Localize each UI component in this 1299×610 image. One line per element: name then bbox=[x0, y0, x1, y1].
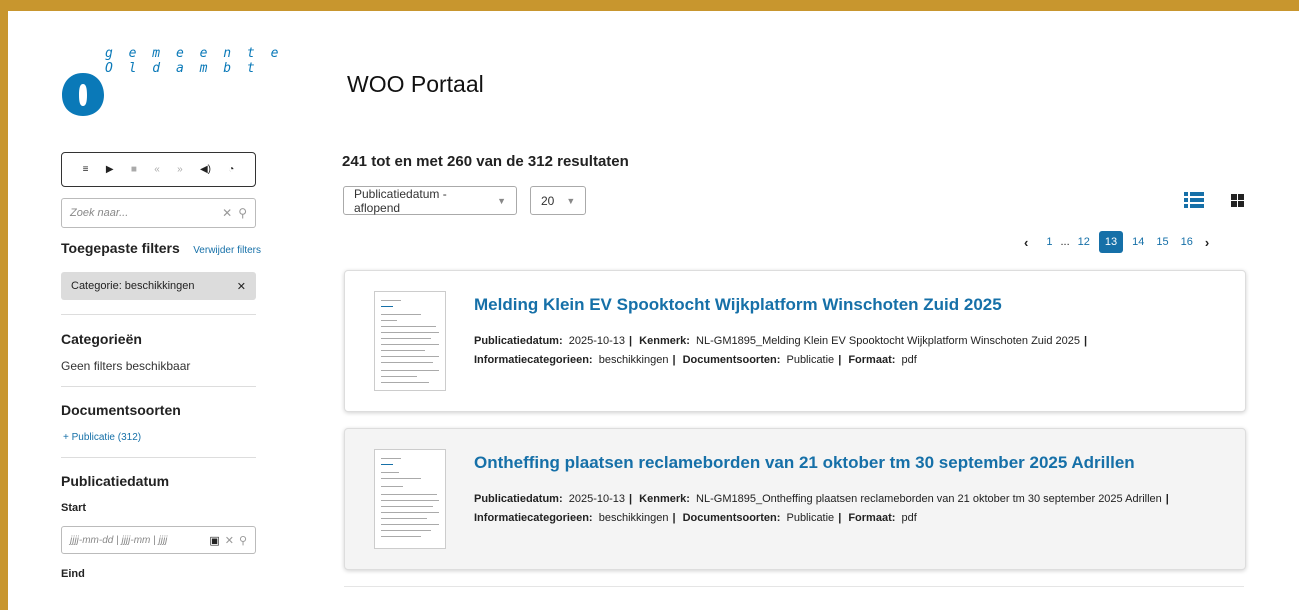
search-input[interactable]: Zoek naar... ✕ ⚲ bbox=[61, 198, 256, 228]
divider bbox=[344, 586, 1244, 587]
municipality-logo[interactable]: g e m e e n t eO l d a m b t bbox=[62, 46, 278, 131]
page-title: WOO Portaal bbox=[347, 71, 484, 97]
active-filter-label: Categorie: beschikkingen bbox=[71, 280, 195, 292]
results-count: 241 tot en met 260 van de 312 resultaten bbox=[342, 153, 629, 170]
start-label: Start bbox=[61, 502, 87, 514]
chevron-left-icon[interactable]: ‹ bbox=[1024, 235, 1028, 250]
menu-icon[interactable]: ≡ bbox=[83, 164, 89, 175]
close-icon[interactable]: ✕ bbox=[237, 280, 246, 293]
list-view-icon[interactable] bbox=[1184, 192, 1204, 208]
volume-icon[interactable]: ◀) bbox=[200, 164, 211, 175]
clear-icon[interactable]: ✕ bbox=[225, 534, 234, 547]
page-size-value: 20 bbox=[541, 193, 555, 208]
rewind-icon[interactable]: « bbox=[154, 164, 160, 175]
document-meta-line2: Informatiecategorieen: beschikkingen | Do… bbox=[474, 354, 917, 366]
divider bbox=[61, 457, 256, 458]
stop-icon[interactable]: ■ bbox=[131, 164, 137, 175]
page-ellipsis: ... bbox=[1060, 236, 1070, 248]
page-link[interactable]: 16 bbox=[1181, 236, 1193, 248]
page-link[interactable]: 12 bbox=[1078, 236, 1090, 248]
page-link-current[interactable]: 13 bbox=[1098, 231, 1124, 253]
document-meta-line1: Publicatiedatum: 2025-10-13 | Kenmerk: NL… bbox=[474, 493, 1169, 505]
applied-filters-header: Toegepaste filters Verwijder filters bbox=[61, 240, 261, 256]
applied-filters-title: Toegepaste filters bbox=[61, 240, 180, 256]
logo-text: g e m e e n t eO l d a m b t bbox=[105, 46, 283, 76]
page-size-select[interactable]: 20 ▼ bbox=[530, 186, 586, 215]
play-icon[interactable]: ▶ bbox=[106, 164, 114, 175]
search-icon[interactable]: ⚲ bbox=[239, 534, 247, 547]
page-link[interactable]: 15 bbox=[1156, 236, 1168, 248]
pagination: ‹ 1 ... 12 13 14 15 16 › bbox=[1018, 231, 1215, 253]
end-label: Eind bbox=[61, 568, 85, 580]
doctype-filter-publicatie[interactable]: + Publicatie (312) bbox=[63, 432, 141, 443]
sort-select[interactable]: Publicatiedatum - aflopend ▼ bbox=[343, 186, 517, 215]
document-meta-line1: Publicatiedatum: 2025-10-13 | Kenmerk: NL… bbox=[474, 335, 1088, 347]
document-title-link[interactable]: Ontheffing plaatsen reclameborden van 21… bbox=[474, 453, 1135, 473]
remove-filters-link[interactable]: Verwijder filters bbox=[193, 245, 261, 256]
document-title-link[interactable]: Melding Klein EV Spooktocht Wijkplatform… bbox=[474, 295, 1002, 315]
page-link[interactable]: 1 bbox=[1046, 236, 1052, 248]
document-thumbnail[interactable] bbox=[374, 291, 446, 391]
calendar-icon[interactable]: ▣ bbox=[209, 534, 219, 547]
document-meta-line2: Informatiecategorieen: beschikkingen | Do… bbox=[474, 512, 917, 524]
pubdate-title: Publicatiedatum bbox=[61, 473, 170, 489]
search-icon[interactable]: ⚲ bbox=[238, 206, 247, 220]
chevron-down-icon: ▼ bbox=[497, 195, 506, 206]
page-frame: g e m e e n t eO l d a m b t ≡ ▶ ■ « » ◀… bbox=[8, 11, 1299, 610]
page-link[interactable]: 14 bbox=[1132, 236, 1144, 248]
search-placeholder: Zoek naar... bbox=[70, 207, 129, 219]
document-card[interactable]: Ontheffing plaatsen reclameborden van 21… bbox=[344, 428, 1246, 570]
categories-empty-text: Geen filters beschikbaar bbox=[61, 359, 191, 373]
document-thumbnail[interactable] bbox=[374, 449, 446, 549]
fast-forward-icon[interactable]: » bbox=[177, 164, 183, 175]
document-card[interactable]: Melding Klein EV Spooktocht Wijkplatform… bbox=[344, 270, 1246, 412]
grid-view-icon[interactable] bbox=[1231, 194, 1244, 207]
start-date-field[interactable]: jjjj-mm-dd | jjjj-mm | jjjj ▣ ✕ ⚲ bbox=[61, 526, 256, 554]
clear-icon[interactable]: ✕ bbox=[222, 206, 232, 220]
doctypes-title: Documentsoorten bbox=[61, 402, 181, 418]
active-filter-chip[interactable]: Categorie: beschikkingen ✕ bbox=[61, 272, 256, 300]
categories-title: Categorieën bbox=[61, 331, 142, 347]
divider bbox=[61, 386, 256, 387]
divider bbox=[61, 314, 256, 315]
chevron-right-icon[interactable]: › bbox=[1205, 235, 1209, 250]
chevron-down-icon: ▼ bbox=[566, 195, 576, 206]
sort-value: Publicatiedatum - aflopend bbox=[354, 186, 447, 215]
read-aloud-player: ≡ ▶ ■ « » ◀) ◔ bbox=[61, 152, 256, 187]
logo-mark-icon bbox=[62, 73, 104, 116]
date-placeholder: jjjj-mm-dd | jjjj-mm | jjjj bbox=[70, 534, 168, 546]
speed-icon[interactable]: ◔ bbox=[228, 164, 234, 175]
